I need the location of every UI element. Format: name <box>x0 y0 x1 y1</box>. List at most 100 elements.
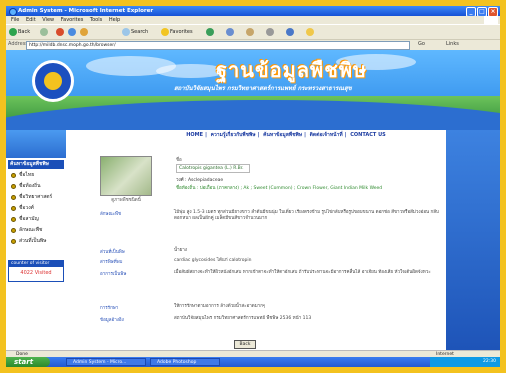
bullet-icon <box>11 195 16 200</box>
bullet-icon <box>11 217 16 222</box>
windows-logo <box>484 16 498 24</box>
search-icon <box>122 27 130 36</box>
bullet-icon <box>11 206 16 211</box>
address-bar: Address http://mildb.dnsc.moph.go.th/bro… <box>6 39 500 50</box>
go-button[interactable]: Go <box>418 41 425 47</box>
counter-value: 4022 Visited <box>20 270 52 276</box>
characteristics-text: ไม้พุ่ม สูง 1.5-3 เมตร ทุกส่วนมียางขาว ล… <box>174 210 439 221</box>
media-button[interactable] <box>206 27 215 37</box>
toxin-text: cardiac glycosides ได้แก่ calotropin <box>174 258 252 263</box>
site-title: ฐานข้อมูลพืชพิษ <box>216 58 368 82</box>
sidebar-item-family[interactable]: ชื่อวงศ์ <box>8 203 64 214</box>
nav-search[interactable]: ค้นหาข้อมูลพืชพิษ <box>263 132 302 138</box>
start-button[interactable]: start <box>6 357 50 367</box>
toxic-part-label: ส่วนที่เป็นพิษ <box>100 250 125 255</box>
menu-edit[interactable]: Edit <box>26 17 36 23</box>
back-button[interactable]: Back <box>9 27 30 37</box>
menu-tools[interactable]: Tools <box>90 17 102 23</box>
name-label: ชื่อ <box>176 158 182 163</box>
nav-contact-staff[interactable]: ติดต่อเจ้าหน้าที่ <box>310 132 343 138</box>
right-decoration <box>446 130 500 350</box>
counter-title: counter of visitor <box>9 261 63 267</box>
folder-icon <box>306 27 314 36</box>
menu-view[interactable]: View <box>42 17 54 23</box>
stop-button[interactable] <box>56 27 65 37</box>
sidebar-menu: ชื่อไทย ชื่อท้องถิ่น ชื่อวิทยาศาสตร์ ชื่… <box>8 170 64 247</box>
nav-knowledge[interactable]: ความรู้เกี่ยวกับพืชพิษ <box>211 132 256 138</box>
search-button[interactable]: Search <box>122 27 148 37</box>
refresh-button[interactable] <box>68 27 77 37</box>
family-name: วงศ์ : Asclepiadaceae <box>176 178 224 183</box>
title-bar: Admin System - Microsoft Internet Explor… <box>6 6 500 17</box>
menu-file[interactable]: File <box>11 17 19 23</box>
history-icon <box>226 27 234 36</box>
visitor-counter: counter of visitor 4022 Visited <box>8 260 64 282</box>
home-button[interactable] <box>80 27 89 37</box>
characteristics-label: ลักษณะพืช <box>100 212 122 217</box>
links-button[interactable]: Links <box>446 41 459 47</box>
reference-label: ข้อมูลอ้างอิง <box>100 318 124 323</box>
sidebar-item-local-name[interactable]: ชื่อท้องถิ่น <box>8 181 64 192</box>
home-icon <box>80 27 88 36</box>
sidebar-item-common-name[interactable]: ชื่อสามัญ <box>8 214 64 225</box>
sidebar-item-scientific-name[interactable]: ชื่อวิทยาศาสตร์ <box>8 192 64 203</box>
mail-button[interactable] <box>246 27 255 37</box>
taskbar-item-photoshop[interactable]: Adobe Photoshop <box>150 358 220 366</box>
sidebar-item-thai-name[interactable]: ชื่อไทย <box>8 170 64 181</box>
back-page-button[interactable]: Back <box>234 340 256 349</box>
local-names: ชื่อท้องถิ่น : ปอเถื่อน (ภาคกลาง) ; Ak ;… <box>176 186 383 191</box>
print-button[interactable] <box>266 27 275 37</box>
sidebar: ค้นหาข้อมูลพืชพิษ ชื่อไทย ชื่อท้องถิ่น ช… <box>6 130 66 350</box>
forward-arrow-icon <box>40 27 48 36</box>
plant-photo-caption[interactable]: ดูภาพพืชชนิดนี้ <box>102 196 150 203</box>
toolbar: Back Search Favorites <box>6 24 500 39</box>
folder-button[interactable] <box>306 27 315 37</box>
ie-icon <box>9 8 17 16</box>
sidebar-item-toxic-part[interactable]: ส่วนที่เป็นพิษ <box>8 236 64 247</box>
main-content: HOME | ความรู้เกี่ยวกับพืชพิษ | ค้นหาข้อมู… <box>66 130 446 350</box>
bullet-icon <box>11 173 16 178</box>
toxin-label: สารพิษที่พบ <box>100 260 123 265</box>
department-seal-logo <box>32 60 74 102</box>
menu-bar: File Edit View Favorites Tools Help <box>6 16 500 24</box>
window-title: Admin System - Microsoft Internet Explor… <box>18 8 154 14</box>
nav-contact-us[interactable]: CONTACT US <box>350 132 385 138</box>
web-page: ฐานข้อมูลพืชพิษ สถาบันวิจัยสมุนไพร กรมวิ… <box>6 50 500 350</box>
taskbar-item-ie[interactable]: Admin System - Micro... <box>66 358 146 366</box>
taskbar: start Admin System - Micro... Adobe Phot… <box>6 357 500 367</box>
forward-button[interactable] <box>40 27 49 37</box>
address-input[interactable]: http://mildb.dnsc.moph.go.th/browser/ <box>26 41 410 50</box>
treatment-label: การรักษา <box>100 306 119 311</box>
address-label: Address <box>8 41 28 47</box>
bullet-icon <box>11 228 16 233</box>
menu-favorites[interactable]: Favorites <box>61 17 84 23</box>
symptoms-label: อาการเป็นพิษ <box>100 272 127 277</box>
photo-frame: Admin System - Microsoft Internet Explor… <box>6 6 500 367</box>
refresh-icon <box>68 27 76 36</box>
bullet-icon <box>11 239 16 244</box>
sidebar-sky <box>6 130 66 158</box>
nav-home[interactable]: HOME <box>186 132 203 138</box>
favorites-button[interactable]: Favorites <box>161 27 193 37</box>
stop-icon <box>56 27 64 36</box>
mail-icon <box>246 27 254 36</box>
site-subtitle: สถาบันวิจัยสมุนไพร กรมวิทยาศาสตร์การแพทย… <box>174 85 352 92</box>
print-icon <box>266 27 274 36</box>
system-tray-clock: 22:30 <box>430 357 500 367</box>
menu-help[interactable]: Help <box>109 17 120 23</box>
plant-photo[interactable] <box>100 156 152 196</box>
treatment-text: ให้การรักษาตามอาการ ล้างด้วยน้ำสะอาดมากๆ <box>174 304 266 309</box>
edit-button[interactable] <box>286 27 295 37</box>
toxic-part-text: น้ำยาง <box>174 248 187 253</box>
edit-icon <box>286 27 294 36</box>
star-icon <box>161 27 169 36</box>
bullet-icon <box>11 184 16 189</box>
reference-text: สถาบันวิจัยสมุนไพร กรมวิทยาศาสตร์การแพทย… <box>174 316 312 321</box>
history-button[interactable] <box>226 27 235 37</box>
site-banner: ฐานข้อมูลพืชพิษ สถาบันวิจัยสมุนไพร กรมวิ… <box>6 50 500 130</box>
sidebar-item-characteristics[interactable]: ลักษณะพืช <box>8 225 64 236</box>
scientific-name: Calotropis gigantea (L.) R.Br. <box>176 164 250 173</box>
symptoms-text: เมื่อสัมผัสยางจะทำให้ผิวหนังอักเสบ หากเข… <box>174 270 431 275</box>
sidebar-menu-title: ค้นหาข้อมูลพืชพิษ <box>8 160 64 169</box>
back-arrow-icon <box>9 27 17 36</box>
